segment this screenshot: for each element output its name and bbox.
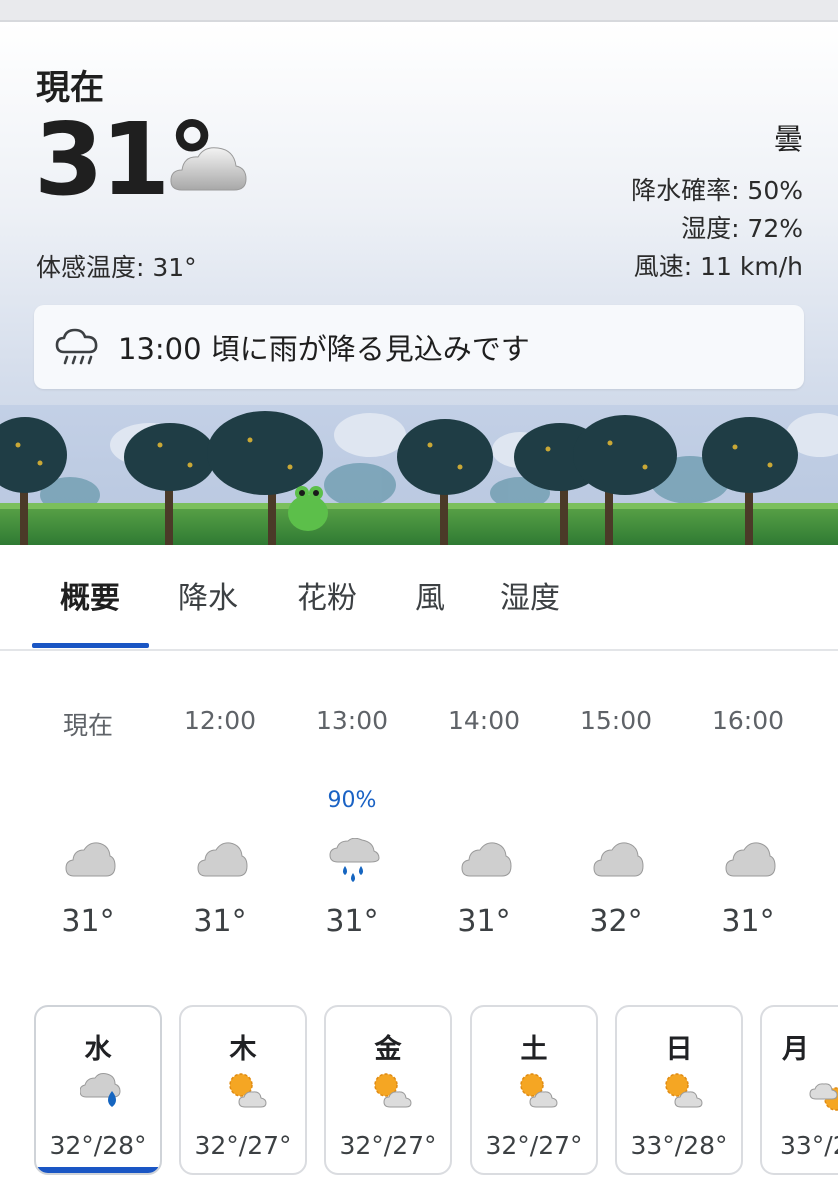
current-weather-card: 現在 31° 体感温度: 31° 曇 降水確率: 50% 湿度: 72% 風速:… [0,22,838,545]
cloud-icon [170,147,247,191]
hour-temp: 31° [325,904,379,939]
tab-wind[interactable]: 風 [415,573,445,617]
tab-humidity[interactable]: 湿度 [500,573,560,617]
sun-cloud-icon [374,1073,412,1108]
sun-cloud-icon [665,1073,703,1108]
weather-scene-illustration [0,405,838,545]
humidity: 湿度: 72% [681,214,803,243]
precip-chance: 降水確率: 50% [631,176,803,205]
hour-temp: 31° [61,904,115,939]
cloud-icon [725,842,776,877]
day-card-wed[interactable]: 水 32°/28° [34,1005,162,1175]
selected-day-indicator [38,1167,158,1173]
hour-temp: 32° [589,904,643,939]
hour-temp: 31° [721,904,775,939]
day-name: 水 [84,1034,112,1065]
daily-forecast: 水 32°/28° 木 32°/27° 金 32°/27° 土 32°/27° … [0,1005,838,1185]
sun-cloud-icon [229,1073,267,1108]
day-card-sat[interactable]: 土 32°/27° [470,1005,598,1175]
day-card-thu[interactable]: 木 32°/27° [179,1005,307,1175]
rain-cloud-icon [55,328,98,365]
day-temp-range: 33°/2 [780,1131,838,1160]
wind-speed: 風速: 11 km/h [633,252,803,281]
cloud-icon [65,842,116,877]
tab-overview[interactable]: 概要 [60,573,120,617]
hourly-forecast: 現在 31° 12:00 31° 13:00 90% 31° 14:00 31° [0,690,838,970]
day-card-mon[interactable]: 月 33°/2 [760,1005,838,1175]
day-temp-range: 32°/27° [194,1131,292,1160]
cloud-icon [461,842,512,877]
day-temp-range: 33°/28° [630,1131,728,1160]
hour-time: 13:00 [315,706,389,735]
hour-temp: 31° [457,904,511,939]
day-temp-range: 32°/27° [485,1131,583,1160]
condition-text: 曇 [773,122,803,156]
current-stats: 降水確率: 50% 湿度: 72% 風速: 11 km/h [631,172,803,286]
alert-text: 13:00 頃に雨が降る見込みです [118,332,530,366]
day-name: 土 [520,1034,548,1065]
cloud-icon [593,842,644,877]
rain-alert[interactable]: 13:00 頃に雨が降る見込みです [34,305,804,389]
hour-time: 16:00 [711,706,785,735]
hour-temp: 31° [193,904,247,939]
hour-time: 現在 [62,711,113,740]
top-strip [0,0,838,22]
cloud-icon [197,842,248,877]
cloud-rain-icon [80,1073,121,1107]
active-tab-indicator [32,643,149,648]
feels-like: 体感温度: 31° [36,253,197,282]
hour-time: 12:00 [183,706,257,735]
sun-cloud-icon [520,1073,558,1108]
day-name: 木 [229,1034,257,1065]
day-card-sun[interactable]: 日 33°/28° [615,1005,743,1175]
day-name: 日 [665,1034,693,1065]
day-name: 金 [374,1034,402,1065]
sun-cloud-icon [809,1083,838,1111]
hour-time: 15:00 [579,706,653,735]
day-card-fri[interactable]: 金 32°/27° [324,1005,452,1175]
hour-time: 14:00 [447,706,521,735]
detail-tabs: 概要 降水 花粉 風 湿度 [0,545,838,651]
day-temp-range: 32°/28° [49,1131,147,1160]
hour-precip: 90% [327,788,377,813]
tab-precipitation[interactable]: 降水 [178,573,238,617]
day-temp-range: 32°/27° [339,1131,437,1160]
rain-icon [329,838,380,882]
day-name: 月 [782,1034,809,1065]
tab-pollen[interactable]: 花粉 [297,573,357,617]
